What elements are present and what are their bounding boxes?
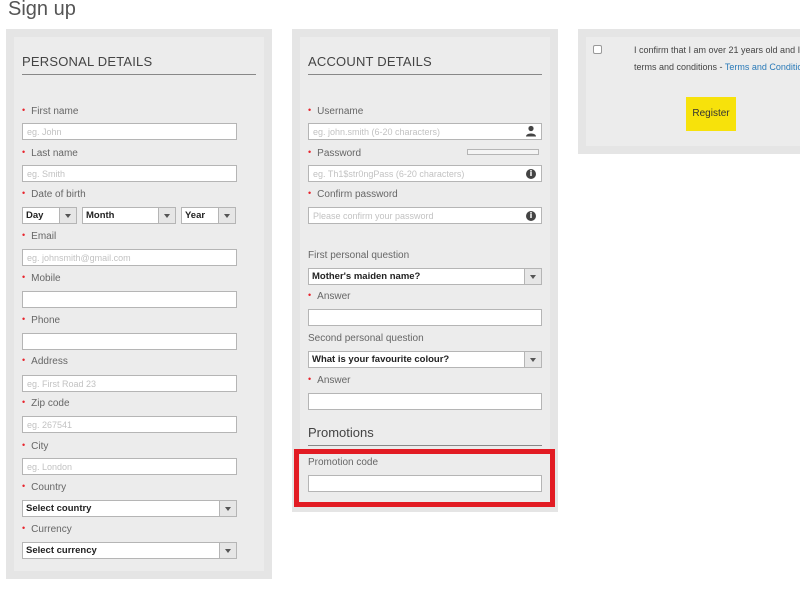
info-icon[interactable]: i: [526, 169, 536, 179]
first-question-select[interactable]: Mother's maiden name?: [308, 268, 542, 285]
required-marker: •: [22, 188, 26, 198]
page-title: Sign up: [8, 0, 76, 20]
required-marker: •: [22, 523, 26, 533]
email-input[interactable]: [22, 249, 237, 266]
account-details-rule: [308, 74, 542, 75]
zip-code-label: • Zip code: [22, 397, 70, 409]
required-marker: •: [22, 272, 26, 282]
terms-text-line1: I confirm that I am over 21 years old an…: [634, 45, 800, 55]
personal-details-rule: [22, 74, 256, 75]
required-marker: •: [22, 397, 26, 407]
required-marker: •: [22, 355, 26, 365]
user-icon: [526, 125, 536, 137]
required-marker: •: [22, 314, 26, 324]
last-name-label: • Last name: [22, 147, 78, 159]
confirm-password-input[interactable]: [308, 207, 542, 224]
required-marker: •: [22, 481, 26, 491]
chevron-down-icon: [158, 208, 175, 223]
required-marker: •: [22, 440, 26, 450]
chevron-down-icon: [524, 269, 541, 284]
chevron-down-icon: [219, 501, 236, 516]
answer1-input[interactable]: [308, 309, 542, 326]
currency-label: • Currency: [22, 523, 72, 535]
account-details-title: ACCOUNT DETAILS: [308, 54, 432, 69]
phone-label: • Phone: [22, 314, 61, 326]
city-label: • City: [22, 440, 49, 452]
username-input[interactable]: [308, 123, 542, 140]
age-confirm-checkbox[interactable]: [593, 45, 602, 54]
password-strength-meter: [467, 149, 539, 155]
confirm-password-label: • Confirm password: [308, 188, 398, 200]
personal-details-title: PERSONAL DETAILS: [22, 54, 153, 69]
chevron-down-icon: [218, 208, 235, 223]
username-label: • Username: [308, 105, 364, 117]
first-name-label: • First name: [22, 105, 79, 117]
address-label: • Address: [22, 355, 68, 367]
mobile-input[interactable]: [22, 291, 237, 308]
city-input[interactable]: [22, 458, 237, 475]
required-marker: •: [22, 147, 26, 157]
second-question-select[interactable]: What is your favourite colour?: [308, 351, 542, 368]
first-question-label: First personal question: [308, 250, 410, 261]
required-marker: •: [308, 290, 312, 300]
terms-text-line2: terms and conditions - Terms and Conditi…: [634, 59, 800, 76]
terms-link[interactable]: Terms and Conditions: [725, 62, 800, 72]
promotion-code-label: Promotion code: [308, 457, 379, 468]
last-name-input[interactable]: [22, 165, 237, 182]
required-marker: •: [22, 105, 26, 115]
info-icon[interactable]: i: [526, 211, 536, 221]
promotions-title: Promotions: [308, 425, 374, 440]
zip-code-input[interactable]: [22, 416, 237, 433]
address-input[interactable]: [22, 375, 237, 392]
country-label: • Country: [22, 481, 67, 493]
dob-year-select[interactable]: Year: [181, 207, 236, 224]
required-marker: •: [308, 188, 312, 198]
answer1-label: • Answer: [308, 290, 351, 302]
currency-select[interactable]: Select currency: [22, 542, 237, 559]
required-marker: •: [22, 230, 26, 240]
chevron-down-icon: [219, 543, 236, 558]
chevron-down-icon: [59, 208, 76, 223]
date-of-birth-label: • Date of birth: [22, 188, 86, 200]
mobile-label: • Mobile: [22, 272, 61, 284]
password-input[interactable]: [308, 165, 542, 182]
dob-day-select[interactable]: Day: [22, 207, 77, 224]
chevron-down-icon: [524, 352, 541, 367]
phone-input[interactable]: [22, 333, 237, 350]
second-question-label: Second personal question: [308, 333, 424, 344]
email-label: • Email: [22, 230, 57, 242]
first-name-input[interactable]: [22, 123, 237, 140]
answer2-input[interactable]: [308, 393, 542, 410]
answer2-label: • Answer: [308, 374, 351, 386]
required-marker: •: [308, 147, 312, 157]
promotions-rule: [308, 445, 542, 446]
country-select[interactable]: Select country: [22, 500, 237, 517]
register-button[interactable]: Register: [686, 97, 736, 131]
promotion-code-input[interactable]: [308, 475, 542, 492]
password-label: • Password: [308, 147, 362, 159]
required-marker: •: [308, 105, 312, 115]
dob-month-select[interactable]: Month: [82, 207, 176, 224]
required-marker: •: [308, 374, 312, 384]
